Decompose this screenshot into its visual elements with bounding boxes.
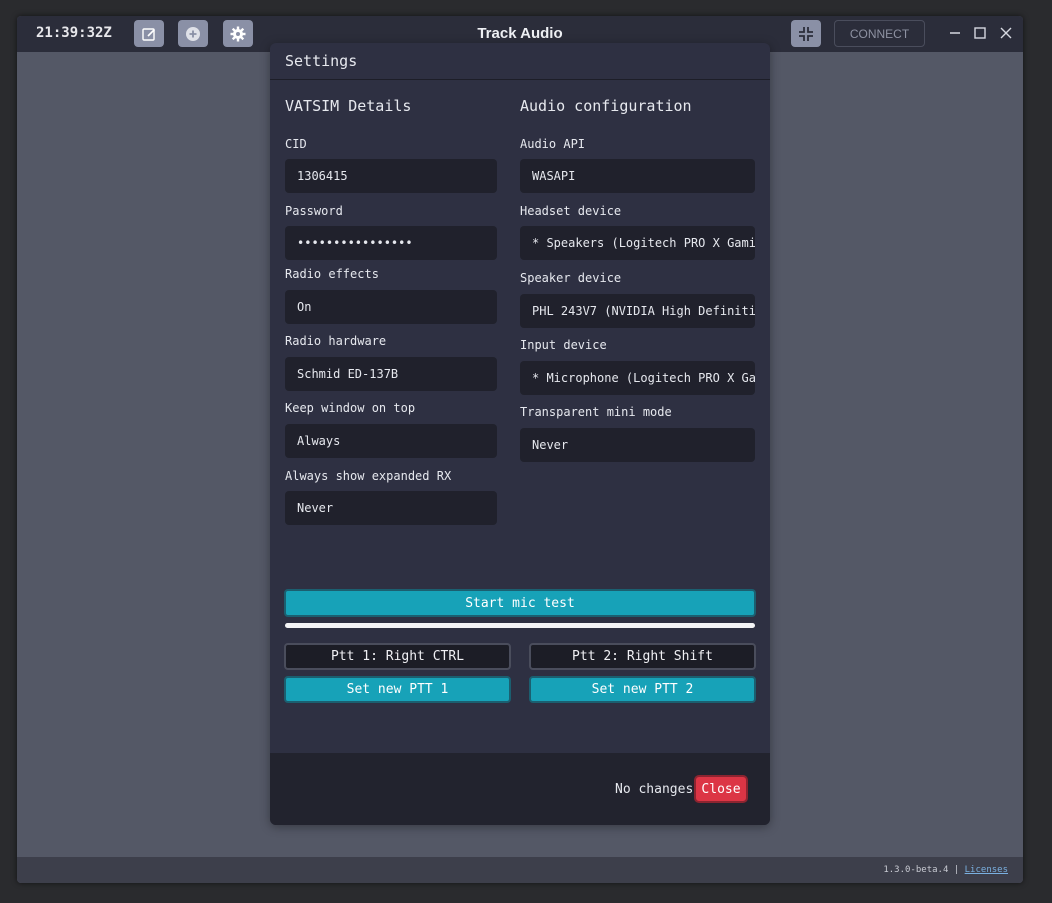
audio-api-select[interactable]: WASAPI	[520, 159, 755, 193]
radio-effects-label: Radio effects	[285, 267, 379, 281]
modal-header: Settings	[270, 43, 770, 80]
start-mic-test-button[interactable]: Start mic test	[284, 589, 756, 617]
headset-device-label: Headset device	[520, 204, 622, 218]
maximize-icon[interactable]	[972, 25, 988, 41]
input-device-select[interactable]: * Microphone (Logitech PRO X Gaming Head…	[520, 361, 755, 395]
status-footer: 1.3.0-beta.4 | Licenses	[17, 857, 1023, 883]
vatsim-details-heading: VATSIM Details	[285, 97, 412, 115]
minimize-icon[interactable]	[947, 25, 963, 41]
headset-device-select[interactable]: * Speakers (Logitech PRO X Gaming Headse…	[520, 226, 755, 260]
radio-effects-select[interactable]: On	[285, 290, 497, 324]
modal-title: Settings	[285, 52, 358, 70]
close-button[interactable]: Close	[694, 775, 748, 803]
mini-mode-button[interactable]	[791, 20, 821, 47]
mini-mode-icon	[799, 26, 813, 41]
connect-button[interactable]: CONNECT	[834, 20, 925, 47]
audio-config-heading: Audio configuration	[520, 97, 692, 115]
close-icon[interactable]	[998, 25, 1014, 41]
set-ptt1-button[interactable]: Set new PTT 1	[284, 676, 511, 703]
expanded-rx-select[interactable]: Never	[285, 491, 497, 525]
mini-mode-select[interactable]: Never	[520, 428, 755, 462]
expanded-rx-label: Always show expanded RX	[285, 469, 452, 483]
version-number: 1.3.0-beta.4	[883, 865, 949, 875]
cid-label: CID	[285, 137, 307, 151]
password-label: Password	[285, 204, 343, 218]
radio-hardware-label: Radio hardware	[285, 334, 387, 348]
speaker-device-select[interactable]: PHL 243V7 (NVIDIA High Definition Audio)	[520, 294, 755, 328]
input-device-label: Input device	[520, 338, 607, 352]
ptt1-display: Ptt 1: Right CTRL	[284, 643, 511, 670]
version-info: 1.3.0-beta.4 | Licenses	[883, 865, 1008, 875]
vu-meter-fill	[285, 623, 755, 628]
audio-api-label: Audio API	[520, 137, 586, 151]
mini-mode-label: Transparent mini mode	[520, 405, 672, 419]
keep-on-top-label: Keep window on top	[285, 401, 416, 415]
licenses-link[interactable]: Licenses	[965, 865, 1008, 875]
cid-input[interactable]: 1306415	[285, 159, 497, 193]
radio-hardware-select[interactable]: Schmid ED-137B	[285, 357, 497, 391]
vu-meter	[285, 623, 755, 628]
speaker-device-label: Speaker device	[520, 271, 622, 285]
version-separator: |	[953, 865, 960, 875]
password-input[interactable]: ••••••••••••••••	[285, 226, 497, 260]
ptt2-display: Ptt 2: Right Shift	[529, 643, 756, 670]
set-ptt2-button[interactable]: Set new PTT 2	[529, 676, 756, 703]
save-status-text: No changes	[615, 782, 694, 797]
keep-on-top-select[interactable]: Always	[285, 424, 497, 458]
